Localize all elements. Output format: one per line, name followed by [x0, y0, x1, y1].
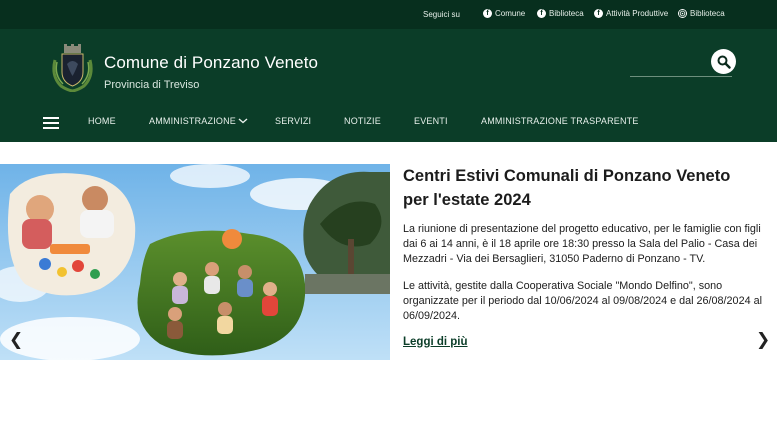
slide-title-line: per l'estate 2024 — [403, 191, 531, 209]
social-label: Attività Produttive — [606, 9, 669, 18]
read-more-link[interactable]: Leggi di più — [403, 336, 468, 348]
social-label: Biblioteca — [690, 9, 725, 18]
site-header: Comune di Ponzano Veneto Provincia di Tr… — [0, 29, 777, 142]
site-subtitle: Provincia di Treviso — [104, 79, 200, 91]
top-bar: Seguici su f Comune f Biblioteca f Attiv… — [0, 0, 777, 29]
social-link-facebook-comune[interactable]: f Comune — [483, 9, 525, 18]
instagram-icon — [678, 9, 687, 18]
nav-item-amministrazione-trasparente[interactable]: AMMINISTRAZIONE TRASPARENTE — [481, 116, 639, 126]
slide-image — [0, 164, 390, 361]
nav-item-eventi[interactable]: EVENTI — [414, 116, 448, 126]
carousel-next-icon[interactable]: ❯ — [756, 330, 770, 350]
follow-label: Seguici su — [423, 10, 460, 19]
social-label: Comune — [495, 9, 526, 18]
slide-title-line: Centri Estivi Comunali di Ponzano Veneto — [403, 167, 731, 185]
hamburger-menu-icon[interactable] — [43, 117, 59, 129]
slide-paragraph-2: Le attività, gestite dalla Cooperativa S… — [403, 280, 762, 323]
search-button[interactable] — [711, 49, 736, 74]
social-label: Biblioteca — [549, 9, 584, 18]
nav-item-amministrazione[interactable]: AMMINISTRAZIONE — [149, 116, 236, 126]
site-title[interactable]: Comune di Ponzano Veneto — [104, 53, 318, 73]
search-input[interactable] — [630, 76, 732, 77]
social-link-instagram-biblioteca[interactable]: Biblioteca — [678, 9, 725, 18]
nav-item-notizie[interactable]: NOTIZIE — [344, 116, 381, 126]
municipal-crest-icon[interactable] — [49, 42, 96, 93]
facebook-icon: f — [483, 9, 492, 18]
social-link-facebook-biblioteca[interactable]: f Biblioteca — [537, 9, 584, 18]
slide-title: Centri Estivi Comunali di Ponzano Veneto… — [403, 164, 763, 212]
facebook-icon: f — [537, 9, 546, 18]
social-link-facebook-attivita[interactable]: f Attività Produttive — [594, 9, 668, 18]
chevron-down-icon[interactable] — [238, 118, 248, 124]
nav-item-servizi[interactable]: SERVIZI — [275, 116, 311, 126]
carousel-prev-icon[interactable]: ❮ — [9, 330, 23, 350]
search-icon — [717, 55, 731, 69]
slide-paragraph-1: La riunione di presentazione del progett… — [403, 223, 761, 266]
facebook-icon: f — [594, 9, 603, 18]
nav-item-home[interactable]: HOME — [88, 116, 116, 126]
